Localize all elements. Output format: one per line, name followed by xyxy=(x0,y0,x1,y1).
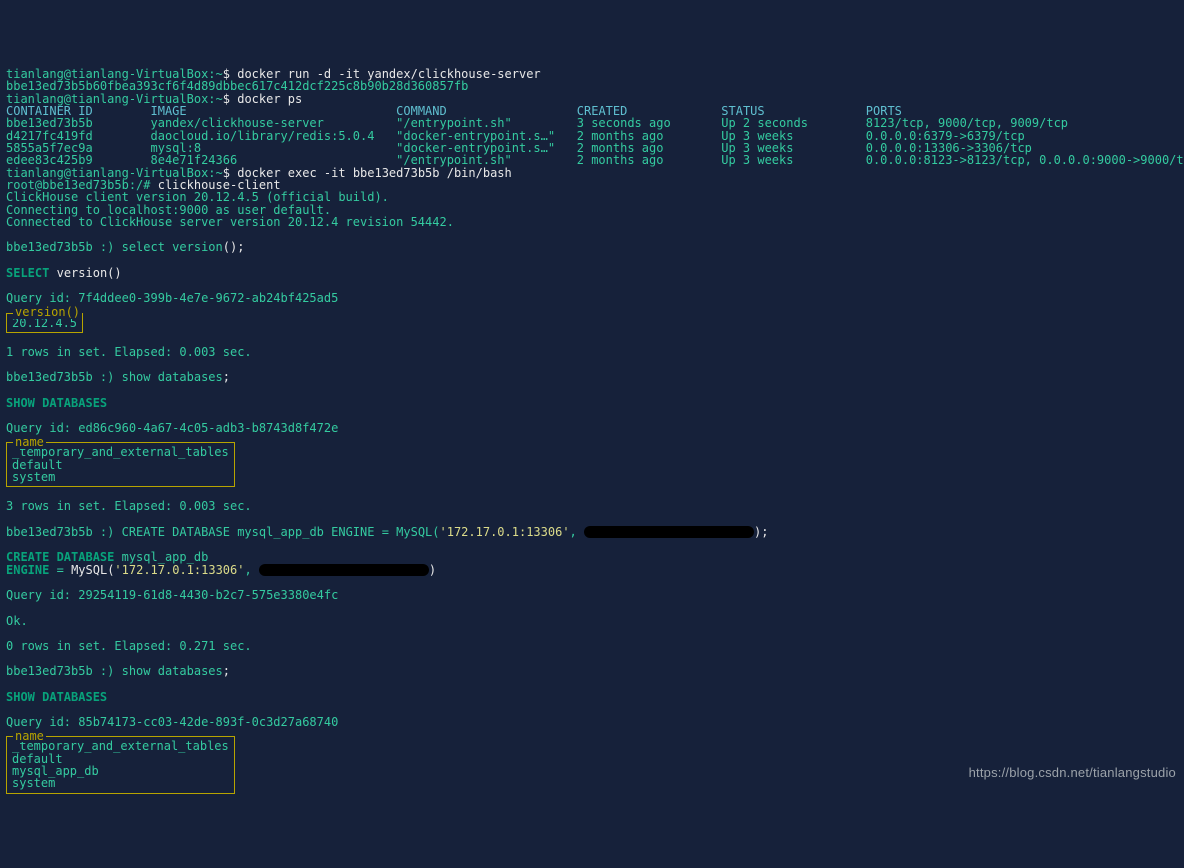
query-id: Query id: ed86c960-4a67-4c05-adb3-b8743d… xyxy=(6,421,338,435)
clickhouse-prompt: bbe13ed73b5b :) xyxy=(6,664,114,678)
watermark: https://blog.csdn.net/tianlangstudio xyxy=(969,766,1176,779)
clickhouse-prompt: bbe13ed73b5b :) xyxy=(6,525,114,539)
result-box: version()20.12.4.5 xyxy=(6,313,83,333)
sql-input[interactable]: show databases xyxy=(122,664,223,678)
result-box: name_temporary_and_external_tables defau… xyxy=(6,736,235,793)
sql-echo: MySQL xyxy=(71,563,107,577)
result-summary: 1 rows in set. Elapsed: 0.003 sec. xyxy=(6,345,252,359)
result-summary: 3 rows in set. Elapsed: 0.003 sec. xyxy=(6,499,252,513)
redacted-arg xyxy=(259,564,429,576)
sql-input[interactable]: select version xyxy=(122,240,223,254)
sql-echo: = xyxy=(57,563,64,577)
sql-echo: ENGINE xyxy=(6,563,49,577)
sql-echo: SHOW DATABASES xyxy=(6,396,107,410)
clickhouse-prompt: bbe13ed73b5b :) xyxy=(6,240,114,254)
sql-echo: SHOW DATABASES xyxy=(6,690,107,704)
clickhouse-prompt: bbe13ed73b5b :) xyxy=(6,370,114,384)
sql-string: '172.17.0.1:13306' xyxy=(114,563,244,577)
query-id: Query id: 85b74173-cc03-42de-893f-0c3d27… xyxy=(6,715,338,729)
result-summary: 0 rows in set. Elapsed: 0.271 sec. xyxy=(6,639,252,653)
sql-input[interactable]: CREATE DATABASE mysql_app_db ENGINE = My… xyxy=(122,525,440,539)
redacted-arg xyxy=(584,526,754,538)
sql-echo: version() xyxy=(57,266,122,280)
query-id: Query id: 7f4ddee0-399b-4e7e-9672-ab24bf… xyxy=(6,291,338,305)
output-text: Ok. xyxy=(6,614,28,628)
sql-echo: SELECT xyxy=(6,266,49,280)
sql-input[interactable]: show databases xyxy=(122,370,223,384)
query-id: Query id: 29254119-61d8-4430-b2c7-575e33… xyxy=(6,588,338,602)
result-box: name_temporary_and_external_tables defau… xyxy=(6,442,235,487)
ps-rows: bbe13ed73b5b yandex/clickhouse-server "/… xyxy=(6,116,1184,167)
output-text: Connected to ClickHouse server version 2… xyxy=(6,215,454,229)
sql-string: '172.17.0.1:13306' xyxy=(440,525,570,539)
